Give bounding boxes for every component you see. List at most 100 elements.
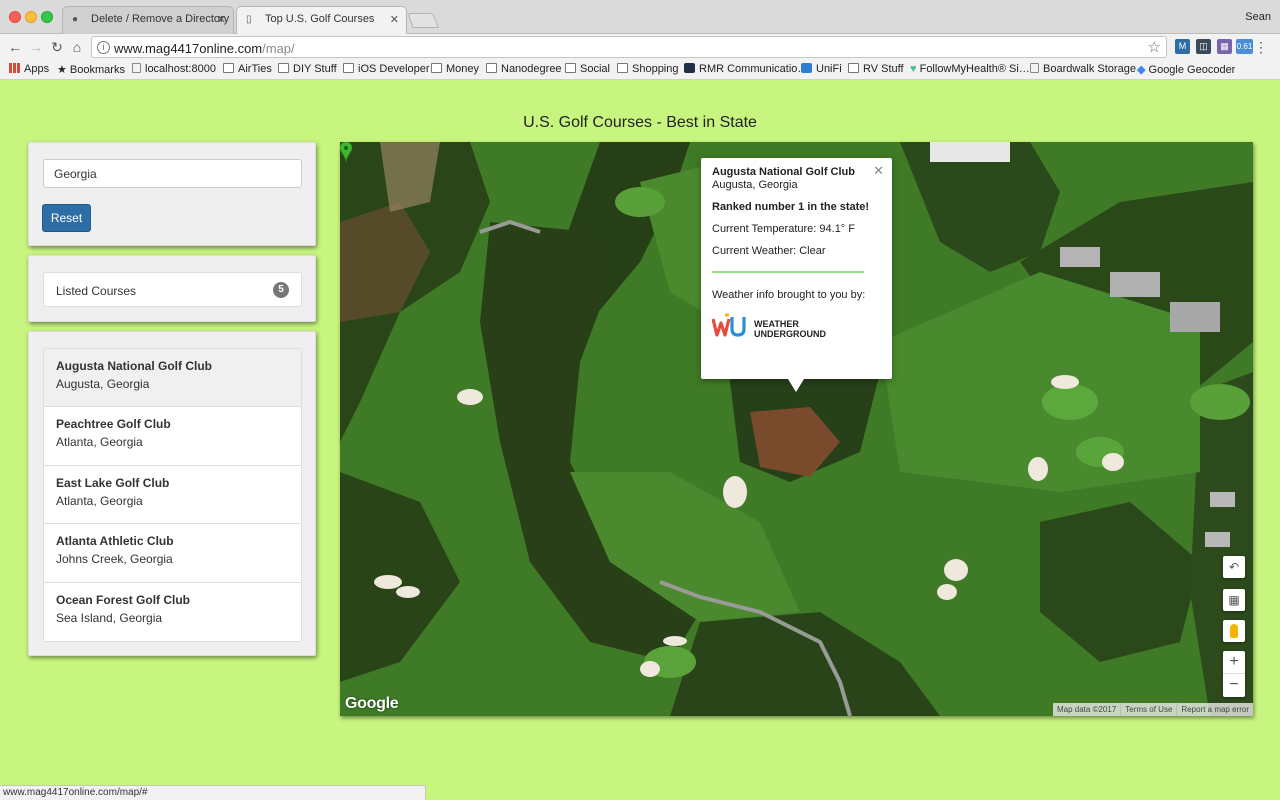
course-location: Atlanta, Georgia [56,435,143,450]
bookmark-diy-stuff[interactable]: DIY Stuff [278,63,337,75]
course-name: East Lake Golf Club [56,475,170,490]
info-course-location: Augusta, Georgia [712,179,798,191]
menu-dots-icon[interactable]: ⋮ [1254,39,1268,55]
unifi-icon [801,63,812,73]
home-icon[interactable]: ⌂ [68,38,86,56]
extension-m-icon[interactable]: M [1175,39,1190,54]
folder-icon [848,63,859,73]
close-window-button[interactable] [9,11,21,23]
github-icon: ● [72,14,79,25]
course-list-panel: Augusta National Golf Club Augusta, Geor… [28,331,316,656]
pegman-icon[interactable] [1223,620,1245,642]
listed-courses-header: Listed Courses 5 [43,272,302,307]
close-icon[interactable]: ✕ [873,163,884,179]
back-arrow-icon[interactable]: ← [6,38,24,56]
bookmark-money[interactable]: Money [431,63,479,75]
bookmarks-bar: Apps ★ Bookmarks localhost:8000 AirTies … [0,60,1280,80]
course-location: Sea Island, Georgia [56,610,163,625]
course-name: Peachtree Golf Club [56,417,171,432]
weather-underground-wordmark: WEATHER UNDERGROUND [754,319,826,339]
satellite-map[interactable]: ✕ Augusta National Golf Club Augusta, Ge… [340,142,1253,716]
list-item[interactable]: East Lake Golf Club Atlanta, Georgia [44,466,301,525]
folder-icon [431,63,442,73]
forward-arrow-icon[interactable]: → [27,38,45,56]
list-item[interactable]: Peachtree Golf Club Atlanta, Georgia [44,407,301,466]
bookmark-ios-developer[interactable]: iOS Developer [343,63,430,75]
google-logo[interactable]: Google [345,695,399,713]
url-text: www.mag4417online.com/map/ [114,41,295,56]
course-location: Atlanta, Georgia [56,493,143,508]
reload-icon[interactable]: ↻ [48,38,66,56]
map-marker-icon[interactable] [340,142,352,162]
close-tab-icon[interactable]: ✕ [217,13,226,26]
extension-badge-icon[interactable]: 0.61 [1236,39,1253,54]
rmr-icon [684,63,695,73]
bookmark-unifi[interactable]: UniFi [801,63,842,75]
bookmark-nanodegree[interactable]: Nanodegree [486,63,562,75]
browser-titlebar: ● Delete / Remove a Directory Li ✕ ▯ Top… [0,0,1280,34]
info-temperature: Current Temperature: 94.1° F [712,223,855,235]
list-item[interactable]: Augusta National Golf Club Augusta, Geor… [44,349,301,408]
listed-courses-panel: Listed Courses 5 [28,255,316,322]
new-tab-button[interactable] [407,13,439,28]
bookmark-followmyhealth[interactable]: ♥ FollowMyHealth® Si… [910,63,1030,75]
google-icon: ◆ [1137,64,1149,76]
report-map-error-link[interactable]: Report a map error [1176,703,1253,716]
heart-icon: ♥ [910,63,920,75]
course-name: Augusta National Golf Club [56,359,212,373]
rotate-map-icon[interactable]: ↶ [1223,556,1245,578]
extension-grid-icon[interactable]: ▦ [1217,39,1232,54]
map-data-label: Map data ©2017 [1057,705,1117,714]
course-count-badge: 5 [273,282,289,298]
bookmark-social[interactable]: Social [565,63,610,75]
bookmark-star-icon[interactable]: ☆ [1148,38,1161,56]
course-name: Ocean Forest Golf Club [56,592,191,607]
bookmark-apps[interactable]: Apps [9,63,49,75]
tilt-map-icon[interactable]: ▦ [1223,589,1245,611]
tab-golf-courses[interactable]: ▯ Top U.S. Golf Courses ✕ [236,6,407,34]
extension-clipper-icon[interactable]: ◫ [1196,39,1211,54]
list-item[interactable]: Ocean Forest Golf Club Sea Island, Georg… [44,583,301,641]
divider [712,271,864,273]
weather-credit: Weather info brought to you by: [712,289,866,301]
bookmark-localhost[interactable]: localhost:8000 [132,63,216,75]
minimize-window-button[interactable] [25,11,37,23]
terms-of-use-link[interactable]: Terms of Use [1120,703,1176,716]
bookmark-rmr[interactable]: RMR Communicatio… [684,63,808,75]
bookmark-bookmarks[interactable]: ★ Bookmarks [57,63,125,76]
pegman-figure [1230,624,1238,638]
state-search-input[interactable] [43,159,302,188]
listed-courses-label: Listed Courses [56,284,137,298]
close-tab-icon[interactable]: ✕ [390,13,399,26]
tab-title: Delete / Remove a Directory Li [91,13,234,25]
folder-icon [617,63,628,73]
bookmark-google-geocoder[interactable]: ◆ Google Geocoder [1137,63,1235,76]
bookmark-shopping[interactable]: Shopping [617,63,679,75]
page-title: U.S. Golf Courses - Best in State [523,114,757,131]
star-icon: ★ [57,64,70,76]
bookmark-airties[interactable]: AirTies [223,63,272,75]
course-info-window: ✕ Augusta National Golf Club Augusta, Ge… [701,158,892,392]
weather-underground-logo[interactable]: WEATHER UNDERGROUND [712,313,881,341]
profile-name[interactable]: Sean [1245,11,1271,23]
zoom-control: + − [1223,651,1245,697]
bookmark-rv-stuff[interactable]: RV Stuff [848,63,904,75]
folder-icon [486,63,497,73]
reset-button[interactable]: Reset [42,204,91,232]
page-icon [1030,63,1039,73]
browser-toolbar: ← → ↻ ⌂ i www.mag4417online.com/map/ ☆ M… [0,34,1280,60]
list-item[interactable]: Atlanta Athletic Club Johns Creek, Georg… [44,524,301,583]
tab-delete-directory[interactable]: ● Delete / Remove a Directory Li ✕ [62,6,234,34]
weather-underground-icon [712,313,746,337]
bookmark-boardwalk[interactable]: Boardwalk Storage [1030,63,1136,75]
status-bar-url: www.mag4417online.com/map/# [0,785,426,800]
course-location: Augusta, Georgia [56,377,150,391]
address-bar[interactable]: i www.mag4417online.com/map/ ☆ [91,36,1167,58]
maximize-window-button[interactable] [41,11,53,23]
map-attribution: Map data ©2017 Terms of Use Report a map e… [1053,703,1253,716]
zoom-in-icon[interactable]: + [1223,651,1245,674]
info-icon[interactable]: i [97,41,110,54]
apps-grid-icon [9,63,20,73]
info-weather: Current Weather: Clear [712,245,826,257]
zoom-out-icon[interactable]: − [1223,674,1245,697]
